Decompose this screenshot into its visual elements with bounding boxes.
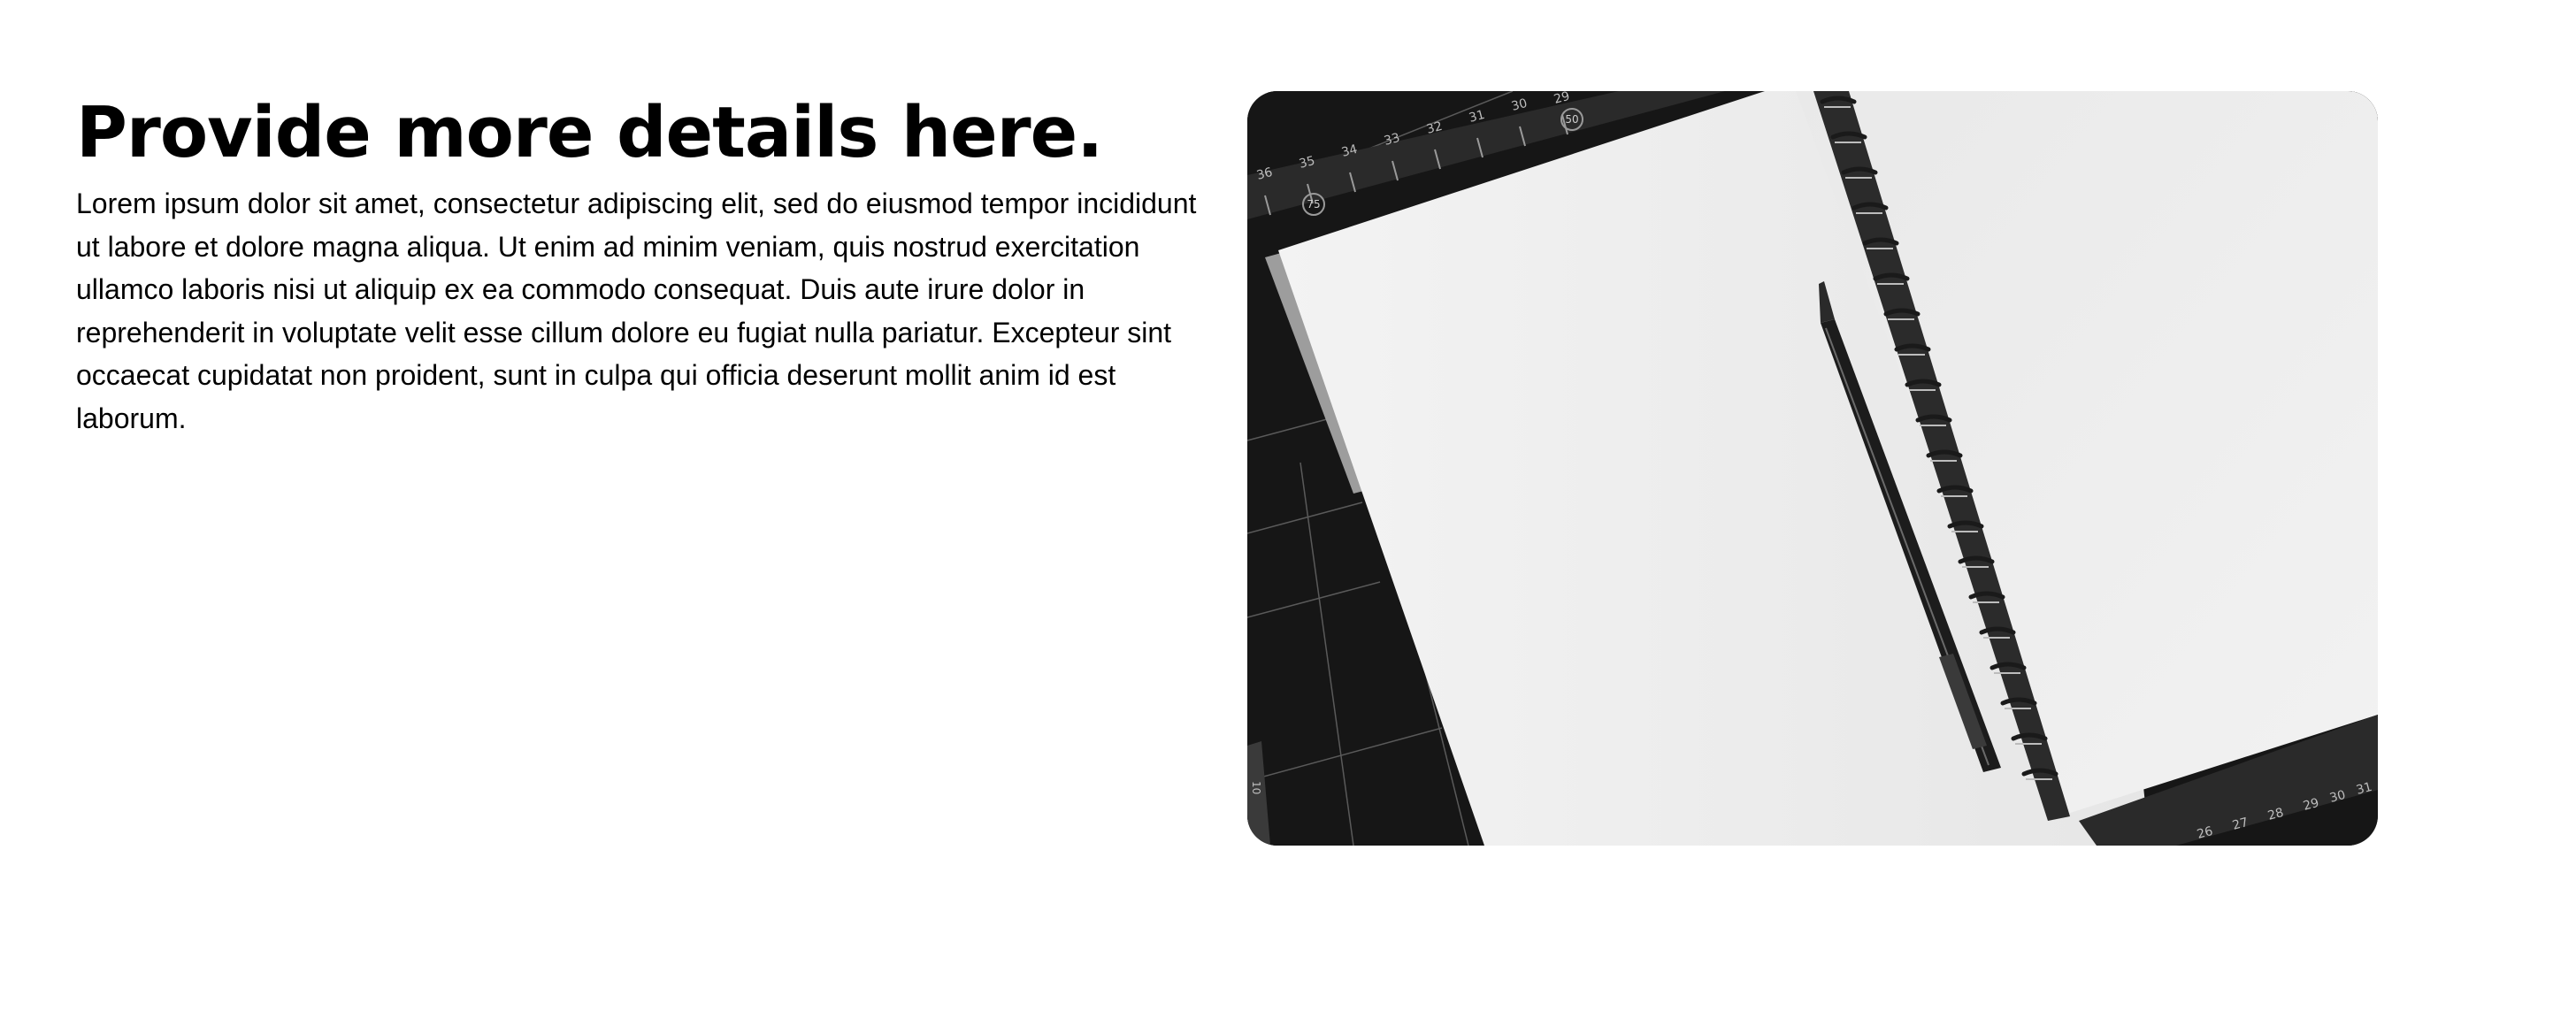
page-title: Provide more details here.: [76, 92, 1103, 173]
body-paragraph: Lorem ipsum dolor sit amet, consectetur …: [76, 188, 1197, 434]
mat-label: 50: [1565, 113, 1578, 126]
content-text-column: Provide more details here. Lorem ipsum d…: [76, 87, 1217, 440]
ruler-side-label: 10: [1250, 781, 1262, 794]
notebook-illustration: 36 35 34 33 32 31 30 29 75 50 10 26 27 2…: [1247, 91, 2378, 846]
notebook-photo: 36 35 34 33 32 31 30 29 75 50 10 26 27 2…: [1247, 91, 2378, 846]
mat-label: 75: [1307, 198, 1320, 211]
